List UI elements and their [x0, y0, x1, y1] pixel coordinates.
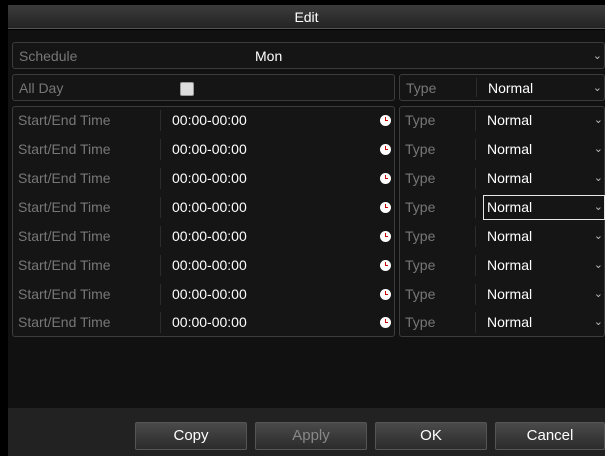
start-end-time-label: Start/End Time [18, 314, 111, 330]
chevron-down-icon[interactable]: ⌄ [594, 223, 603, 250]
time-row: Start/End Time 00:00-00:00 [12, 165, 395, 192]
clock-icon[interactable] [380, 173, 391, 184]
type-select[interactable]: Normal [487, 107, 532, 134]
time-range-input[interactable]: 00:00-00:00 [172, 281, 247, 308]
time-range-input[interactable]: 00:00-00:00 [172, 223, 247, 250]
allday-checkbox[interactable] [180, 82, 194, 96]
start-end-time-label: Start/End Time [18, 228, 111, 244]
type-label: Type [405, 257, 436, 273]
chevron-down-icon[interactable]: ⌄ [594, 281, 603, 308]
time-range-input[interactable]: 00:00-00:00 [172, 252, 247, 279]
start-end-time-label: Start/End Time [18, 141, 111, 157]
type-label: Type [405, 314, 436, 330]
type-select[interactable]: Normal [487, 281, 532, 308]
clock-icon[interactable] [380, 202, 391, 213]
clock-icon[interactable] [380, 317, 391, 328]
schedule-label: Schedule [19, 48, 78, 64]
type-select[interactable]: Normal [487, 136, 532, 163]
type-row[interactable]: Type Normal ⌄ [399, 281, 605, 308]
type-label: Type [406, 80, 437, 96]
button-bar: Copy Apply OK Cancel [8, 408, 605, 456]
type-label: Type [405, 228, 436, 244]
time-row: Start/End Time 00:00-00:00 [12, 136, 395, 163]
chevron-down-icon[interactable]: ⌄ [593, 75, 602, 102]
time-range-input[interactable]: 00:00-00:00 [172, 136, 247, 163]
clock-icon[interactable] [380, 260, 391, 271]
type-label: Type [405, 286, 436, 302]
type-row[interactable]: Type Normal ⌄ [399, 252, 605, 279]
time-range-input[interactable]: 00:00-00:00 [172, 194, 247, 221]
chevron-down-icon[interactable]: ⌄ [594, 165, 603, 192]
time-row: Start/End Time 00:00-00:00 [12, 223, 395, 250]
edit-panel: Schedule Mon ⌄ All Day Type Normal ⌄ Sta… [8, 30, 605, 456]
schedule-row[interactable]: Schedule Mon ⌄ [12, 42, 605, 69]
start-end-time-label: Start/End Time [18, 112, 111, 128]
type-select[interactable]: Normal [487, 165, 532, 192]
chevron-down-icon[interactable]: ⌄ [593, 43, 602, 70]
type-row[interactable]: Type Normal ⌄ [399, 136, 605, 163]
copy-button[interactable]: Copy [135, 422, 247, 450]
type-select[interactable]: Normal [488, 75, 533, 100]
type-select-focused[interactable]: Normal [483, 195, 605, 220]
type-label: Type [405, 199, 436, 215]
start-end-time-label: Start/End Time [18, 199, 111, 215]
time-row: Start/End Time 00:00-00:00 [12, 107, 395, 134]
allday-row: All Day [12, 74, 395, 101]
time-row: Start/End Time 00:00-00:00 [12, 252, 395, 279]
time-range-input[interactable]: 00:00-00:00 [172, 309, 247, 336]
apply-button[interactable]: Apply [255, 422, 367, 450]
chevron-down-icon[interactable]: ⌄ [594, 194, 603, 221]
chevron-down-icon[interactable]: ⌄ [594, 107, 603, 134]
type-select[interactable]: Normal [487, 309, 532, 336]
type-label: Type [405, 112, 436, 128]
chevron-down-icon[interactable]: ⌄ [594, 136, 603, 163]
time-row: Start/End Time 00:00-00:00 [12, 309, 395, 336]
time-range-input[interactable]: 00:00-00:00 [172, 107, 247, 134]
type-row[interactable]: Type Normal ⌄ [399, 165, 605, 192]
time-range-input[interactable]: 00:00-00:00 [172, 165, 247, 192]
start-end-time-label: Start/End Time [18, 170, 111, 186]
type-row[interactable]: Type Normal ⌄ [399, 194, 605, 221]
time-row: Start/End Time 00:00-00:00 [12, 194, 395, 221]
time-row: Start/End Time 00:00-00:00 [12, 281, 395, 308]
type-row[interactable]: Type Normal ⌄ [399, 107, 605, 134]
clock-icon[interactable] [380, 231, 391, 242]
type-select[interactable]: Normal [487, 252, 532, 279]
type-label: Type [405, 141, 436, 157]
type-row[interactable]: Type Normal ⌄ [399, 309, 605, 336]
allday-label: All Day [19, 80, 64, 96]
clock-icon[interactable] [380, 289, 391, 300]
schedule-day-select[interactable]: Mon [255, 43, 282, 68]
start-end-time-label: Start/End Time [18, 286, 111, 302]
type-label: Type [405, 170, 436, 186]
chevron-down-icon[interactable]: ⌄ [594, 252, 603, 279]
type-select[interactable]: Normal [487, 223, 532, 250]
ok-button[interactable]: OK [375, 422, 487, 450]
clock-icon[interactable] [380, 115, 391, 126]
cancel-button[interactable]: Cancel [495, 422, 605, 450]
dialog-title: Edit [8, 5, 605, 29]
type-row[interactable]: Type Normal ⌄ [399, 223, 605, 250]
allday-type-row[interactable]: Type Normal ⌄ [399, 74, 605, 101]
chevron-down-icon[interactable]: ⌄ [594, 309, 603, 336]
clock-icon[interactable] [380, 144, 391, 155]
start-end-time-label: Start/End Time [18, 257, 111, 273]
